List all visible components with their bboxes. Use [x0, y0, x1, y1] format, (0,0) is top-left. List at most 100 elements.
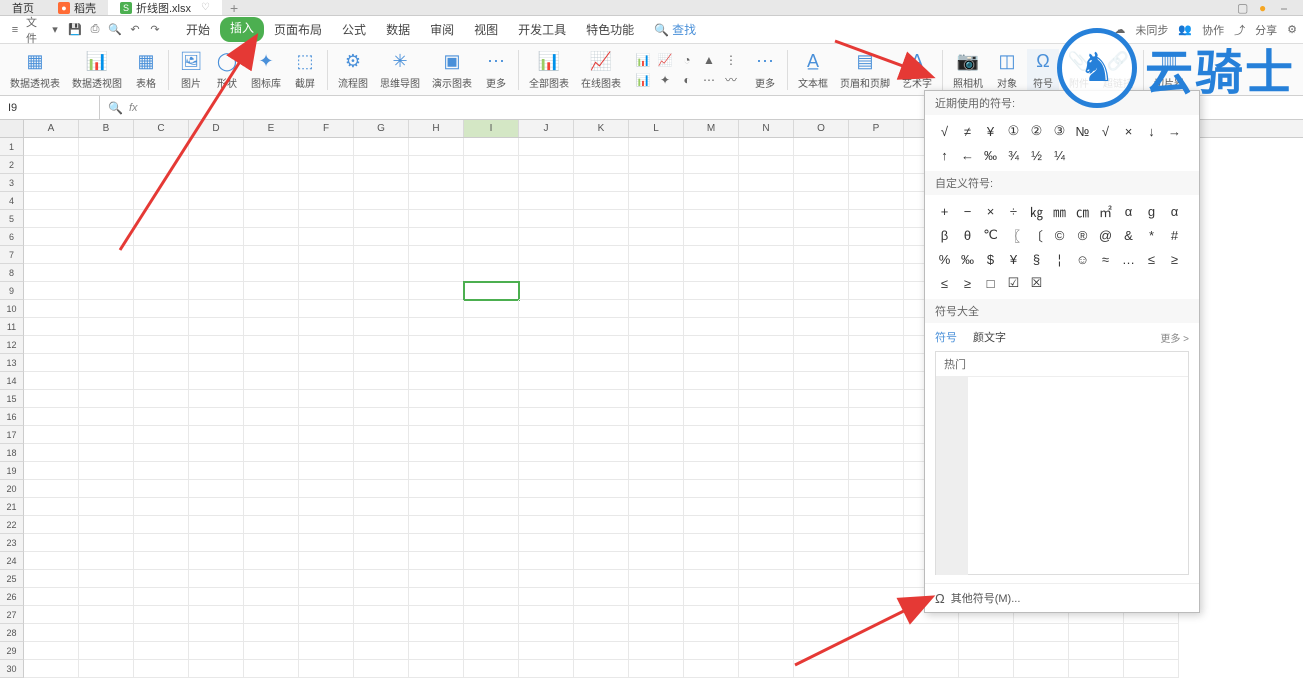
cell[interactable] [739, 336, 794, 354]
tab-symbol[interactable]: 符号 [935, 329, 957, 345]
cell[interactable] [794, 228, 849, 246]
cell[interactable] [574, 534, 629, 552]
cell[interactable] [354, 480, 409, 498]
tab-view[interactable]: 视图 [464, 17, 508, 42]
cell[interactable] [464, 660, 519, 678]
cell[interactable] [739, 354, 794, 372]
cell[interactable] [959, 642, 1014, 660]
ribbon-more2[interactable]: ⋯更多 [749, 49, 781, 90]
cell[interactable] [849, 192, 904, 210]
cell[interactable] [739, 516, 794, 534]
cell[interactable] [299, 606, 354, 624]
cell[interactable] [79, 552, 134, 570]
tab-dev[interactable]: 开发工具 [508, 17, 576, 42]
row-header[interactable]: 9 [0, 282, 24, 300]
cell[interactable] [189, 138, 244, 156]
row-header[interactable]: 27 [0, 606, 24, 624]
cell[interactable] [354, 300, 409, 318]
cell[interactable] [849, 624, 904, 642]
cell[interactable] [574, 480, 629, 498]
cell[interactable] [849, 480, 904, 498]
cell[interactable] [574, 336, 629, 354]
row-header[interactable]: 28 [0, 624, 24, 642]
cell[interactable] [684, 300, 739, 318]
cell[interactable] [24, 444, 79, 462]
cell[interactable] [79, 426, 134, 444]
cell[interactable] [354, 408, 409, 426]
cell[interactable] [684, 498, 739, 516]
cell[interactable] [464, 480, 519, 498]
cell[interactable] [354, 138, 409, 156]
cell[interactable] [189, 336, 244, 354]
cell[interactable] [574, 426, 629, 444]
cell[interactable] [794, 354, 849, 372]
cell[interactable] [79, 282, 134, 300]
cell[interactable] [519, 570, 574, 588]
radar-chart-icon[interactable]: ✦ [655, 71, 675, 89]
cell[interactable] [134, 426, 189, 444]
cell[interactable] [1069, 624, 1124, 642]
cell[interactable] [354, 660, 409, 678]
col-header-N[interactable]: N [739, 120, 794, 137]
pie-chart-icon[interactable]: ◔ [677, 51, 697, 69]
cell[interactable] [739, 480, 794, 498]
cell[interactable] [189, 480, 244, 498]
ribbon-more1[interactable]: ⋯更多 [480, 49, 512, 90]
row-header[interactable]: 3 [0, 174, 24, 192]
dropdown-icon[interactable]: ▾ [46, 21, 64, 39]
cell[interactable] [79, 246, 134, 264]
cell[interactable] [244, 264, 299, 282]
symbol-item[interactable]: β [933, 223, 956, 247]
cell[interactable] [574, 408, 629, 426]
cell[interactable] [189, 552, 244, 570]
cell[interactable] [574, 570, 629, 588]
cell[interactable] [134, 282, 189, 300]
cell[interactable] [574, 354, 629, 372]
cell[interactable] [244, 660, 299, 678]
cell[interactable] [189, 606, 244, 624]
row-header[interactable]: 16 [0, 408, 24, 426]
cell[interactable] [134, 372, 189, 390]
cell[interactable] [244, 498, 299, 516]
cell[interactable] [794, 552, 849, 570]
cell[interactable] [24, 570, 79, 588]
cell[interactable] [189, 462, 244, 480]
symbol-item[interactable]: ≥ [956, 271, 979, 295]
cell[interactable] [1014, 660, 1069, 678]
cell[interactable] [1069, 660, 1124, 678]
cell[interactable] [244, 282, 299, 300]
cell[interactable] [1014, 624, 1069, 642]
cell[interactable] [409, 480, 464, 498]
cell[interactable] [299, 210, 354, 228]
cell[interactable] [794, 588, 849, 606]
cell[interactable] [464, 426, 519, 444]
cell[interactable] [354, 606, 409, 624]
symbol-item[interactable]: ¾ [1002, 143, 1025, 167]
minimize-icon[interactable]: ⎯ [1281, 1, 1295, 15]
cell[interactable] [354, 246, 409, 264]
cell[interactable] [244, 606, 299, 624]
col-header-E[interactable]: E [244, 120, 299, 137]
cell[interactable] [1124, 642, 1179, 660]
row-header[interactable]: 2 [0, 156, 24, 174]
ribbon-textbox[interactable]: A̲文本框 [794, 49, 832, 90]
cell[interactable] [464, 228, 519, 246]
cell[interactable] [299, 390, 354, 408]
cell[interactable] [794, 336, 849, 354]
cell[interactable] [189, 498, 244, 516]
symbol-item[interactable]: ㎜ [1048, 199, 1071, 223]
cell[interactable] [739, 588, 794, 606]
cell[interactable] [629, 534, 684, 552]
cell[interactable] [519, 246, 574, 264]
cell[interactable] [244, 336, 299, 354]
cell[interactable] [299, 588, 354, 606]
cell[interactable] [354, 174, 409, 192]
cell[interactable] [629, 498, 684, 516]
cell[interactable] [519, 138, 574, 156]
symbol-item[interactable]: & [1117, 223, 1140, 247]
cell[interactable] [189, 318, 244, 336]
cell[interactable] [684, 534, 739, 552]
cell[interactable] [79, 498, 134, 516]
cell[interactable] [79, 192, 134, 210]
cell[interactable] [24, 642, 79, 660]
